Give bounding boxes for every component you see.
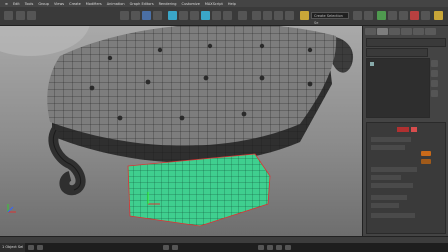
undo-icon[interactable]	[16, 11, 25, 20]
selection-set-dropdown[interactable]: Create Selection Se	[311, 12, 349, 25]
perspective-viewport[interactable]	[0, 26, 362, 236]
menu-item[interactable]: ≡	[5, 2, 8, 6]
modifier-list-dropdown[interactable]	[366, 48, 428, 57]
key-mode-icon[interactable]	[163, 245, 170, 250]
align-icon[interactable]	[364, 11, 373, 20]
material-editor-icon[interactable]	[410, 11, 419, 20]
app-icon[interactable]	[4, 11, 13, 20]
spinner-snap-icon[interactable]	[285, 11, 294, 20]
menu-bar: ≡ Edit Tools Group Views Create Modifiers Anima…	[0, 0, 448, 7]
select-region-icon[interactable]	[179, 11, 188, 20]
rotate-icon[interactable]	[212, 11, 221, 20]
redo-icon[interactable]	[27, 11, 36, 20]
zoom-icon[interactable]	[258, 245, 265, 250]
named-selection-icon[interactable]	[300, 11, 309, 20]
rollout-row[interactable]	[371, 145, 405, 150]
window-crossing-icon[interactable]	[190, 11, 199, 20]
tab-display[interactable]	[413, 28, 424, 35]
menu-item[interactable]: Group	[38, 2, 49, 6]
rollouts-area	[366, 122, 446, 234]
selection-status: 1 Object Sel	[0, 243, 26, 252]
object-name-field[interactable]	[366, 38, 446, 47]
angle-snap-icon[interactable]	[263, 11, 272, 20]
orbit-icon[interactable]	[276, 245, 283, 250]
command-panel	[362, 26, 448, 236]
coordinate-mode-icon[interactable]	[37, 245, 44, 250]
menu-item[interactable]: Rendering	[159, 2, 177, 6]
menu-item[interactable]: Tools	[25, 2, 34, 6]
tab-modify[interactable]	[377, 28, 388, 35]
modifier-stack-item[interactable]	[370, 62, 374, 66]
menu-item[interactable]: Edit	[13, 2, 20, 6]
percent-snap-icon[interactable]	[274, 11, 283, 20]
ottoman-model	[0, 26, 354, 227]
rollout-row[interactable]	[371, 213, 415, 218]
render-setup-icon[interactable]	[421, 11, 430, 20]
selection-mode-active[interactable]	[397, 127, 409, 132]
menu-item[interactable]: Create	[69, 2, 81, 6]
tab-motion[interactable]	[401, 28, 412, 35]
mirror-icon[interactable]	[353, 11, 362, 20]
selection-mode-icon[interactable]	[411, 127, 417, 132]
remove-modifier-icon[interactable]	[431, 90, 438, 97]
play-icon[interactable]	[172, 245, 179, 250]
maximize-viewport-icon[interactable]	[285, 245, 292, 250]
move-icon[interactable]	[201, 11, 210, 20]
menu-item[interactable]: Customize	[182, 2, 200, 6]
menu-item[interactable]: Animation	[107, 2, 125, 6]
rollout-row[interactable]	[371, 183, 413, 188]
tab-utilities[interactable]	[425, 28, 436, 35]
render-icon[interactable]	[434, 11, 443, 20]
lock-selection-icon[interactable]	[28, 245, 35, 250]
tab-create[interactable]	[365, 28, 376, 35]
rollout-row[interactable]	[371, 203, 399, 208]
rollout-row[interactable]	[371, 195, 407, 200]
axis-gizmo-icon	[7, 204, 16, 213]
filter-icon[interactable]	[153, 11, 162, 20]
menu-item[interactable]: Graph Editors	[130, 2, 154, 6]
schematic-icon[interactable]	[399, 11, 408, 20]
command-panel-tabs	[363, 26, 448, 37]
rollout-row[interactable]	[371, 167, 417, 172]
modifier-stack[interactable]	[366, 58, 430, 118]
link-icon[interactable]	[120, 11, 129, 20]
scale-icon[interactable]	[223, 11, 232, 20]
make-unique-icon[interactable]	[431, 80, 438, 87]
menu-item[interactable]: Help	[228, 2, 236, 6]
menu-item[interactable]: Modifiers	[86, 2, 102, 6]
pivot-icon[interactable]	[238, 11, 247, 20]
select-icon[interactable]	[168, 11, 177, 20]
menu-item[interactable]: MAXScript	[205, 2, 223, 6]
rollout-row[interactable]	[371, 137, 411, 142]
bevel-button[interactable]	[421, 159, 431, 164]
layer-manager-icon[interactable]	[377, 11, 386, 20]
status-bar: 1 Object Sel	[0, 243, 448, 252]
curve-editor-icon[interactable]	[388, 11, 397, 20]
main-toolbar: Create Selection Se	[0, 7, 448, 26]
rollout-row[interactable]	[371, 175, 401, 180]
unlink-icon[interactable]	[131, 11, 140, 20]
show-end-result-icon[interactable]	[431, 70, 438, 77]
pan-icon[interactable]	[267, 245, 274, 250]
bind-icon[interactable]	[142, 11, 151, 20]
snap-icon[interactable]	[252, 11, 261, 20]
tab-hierarchy[interactable]	[389, 28, 400, 35]
pin-stack-icon[interactable]	[431, 60, 438, 67]
menu-item[interactable]: Views	[54, 2, 64, 6]
extrude-button[interactable]	[421, 151, 431, 156]
